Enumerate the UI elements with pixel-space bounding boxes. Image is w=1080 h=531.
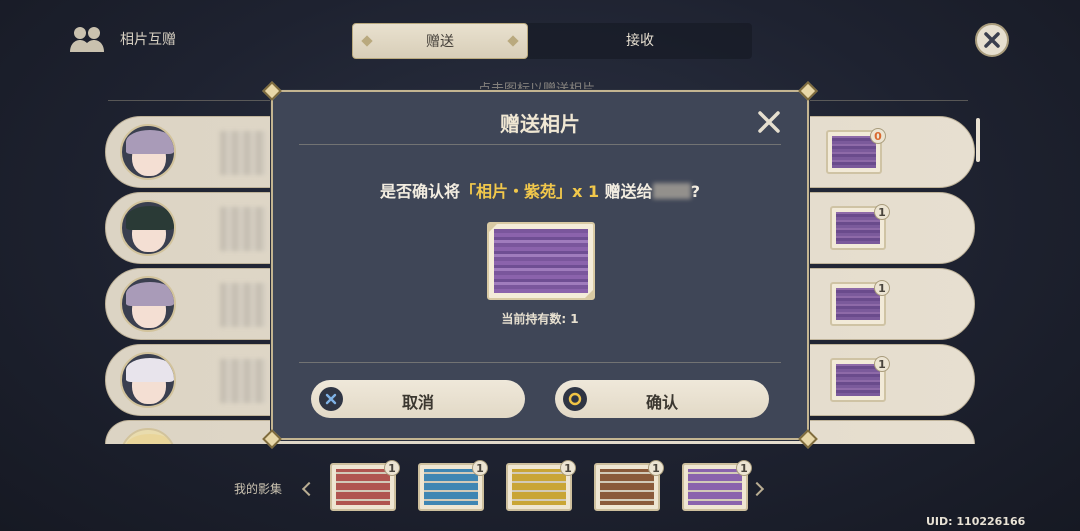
tab-send[interactable]: 赠送 — [352, 23, 528, 59]
card-count-badge: 1 — [874, 356, 890, 372]
album-card[interactable]: 1 — [594, 460, 664, 511]
question-mark: ? — [690, 182, 700, 201]
avatar — [120, 276, 176, 332]
album-card[interactable]: 1 — [418, 460, 488, 511]
tab-bar: 赠送 接收 — [352, 23, 752, 59]
blurred-name — [220, 207, 266, 251]
close-icon — [984, 32, 1000, 48]
close-button[interactable] — [975, 23, 1009, 57]
page-header: 相片互赠 — [68, 22, 176, 56]
confirm-button[interactable]: 确认 — [555, 380, 769, 418]
top-bar: 相片互赠 赠送 接收 — [0, 0, 1080, 80]
photo-card-button[interactable]: 1 — [830, 280, 890, 326]
blurred-recipient — [652, 183, 691, 199]
confirm-label: 确认 — [645, 393, 678, 412]
card-count-badge: 1 — [874, 204, 890, 220]
tab-receive[interactable]: 接收 — [528, 23, 752, 59]
item-name: 「相片・紫苑」 — [460, 182, 573, 201]
chevron-right-icon — [749, 481, 765, 497]
tab-receive-label: 接收 — [626, 33, 654, 49]
avatar — [120, 124, 176, 180]
dialog-close-icon[interactable] — [757, 110, 781, 134]
album-card[interactable]: 1 — [330, 460, 400, 511]
card-count-badge: 1 — [736, 460, 752, 476]
question-text: 是否确认将 — [380, 182, 461, 201]
friends-icon — [70, 27, 104, 52]
avatar — [120, 352, 176, 408]
send-photo-dialog: 赠送相片 是否确认将「相片・紫苑」x 1 赠送给? 当前持有数: 1 取消 确认 — [262, 81, 818, 449]
card-count-badge: 1 — [560, 460, 576, 476]
dialog-title: 赠送相片 — [500, 112, 580, 136]
card-count-badge: 1 — [874, 280, 890, 296]
album-label: 我的影集 — [234, 482, 283, 496]
photo-card-preview — [487, 222, 595, 300]
album-card[interactable]: 1 — [682, 460, 752, 511]
album-card-image — [688, 469, 742, 505]
blurred-name — [220, 131, 266, 175]
divider — [299, 362, 781, 363]
uid-label: UID: 110226166 — [926, 515, 1026, 528]
confirm-question: 是否确认将「相片・紫苑」x 1 赠送给? — [273, 178, 807, 202]
blurred-name — [220, 359, 266, 403]
album-card-image — [336, 469, 390, 505]
question-text: 赠送给 — [604, 182, 653, 201]
chevron-left-icon — [301, 481, 317, 497]
photo-card-button[interactable]: 1 — [830, 204, 890, 250]
album-card-image — [512, 469, 566, 505]
card-count-badge: 1 — [648, 460, 664, 476]
card-count-badge: 1 — [384, 460, 400, 476]
scrollbar[interactable] — [976, 118, 980, 162]
photo-card-button[interactable]: 0 — [826, 128, 886, 174]
photo-card-button[interactable]: 1 — [830, 356, 890, 402]
cancel-button[interactable]: 取消 — [311, 380, 525, 418]
tab-ornament-icon — [507, 35, 519, 47]
card-count-badge: 0 — [870, 128, 886, 144]
cancel-label: 取消 — [401, 393, 434, 412]
tab-send-label: 赠送 — [426, 34, 454, 50]
card-count-badge: 1 — [472, 460, 488, 476]
item-quantity: x 1 — [572, 182, 600, 201]
album-card-image — [600, 469, 654, 505]
tab-ornament-icon — [361, 35, 373, 47]
album-card-image — [424, 469, 478, 505]
divider — [299, 144, 781, 145]
blurred-name — [220, 283, 266, 327]
held-count: 当前持有数: 1 — [501, 312, 579, 326]
album-card[interactable]: 1 — [506, 460, 576, 511]
page-title: 相片互赠 — [120, 32, 176, 48]
avatar — [120, 428, 176, 444]
avatar — [120, 200, 176, 256]
